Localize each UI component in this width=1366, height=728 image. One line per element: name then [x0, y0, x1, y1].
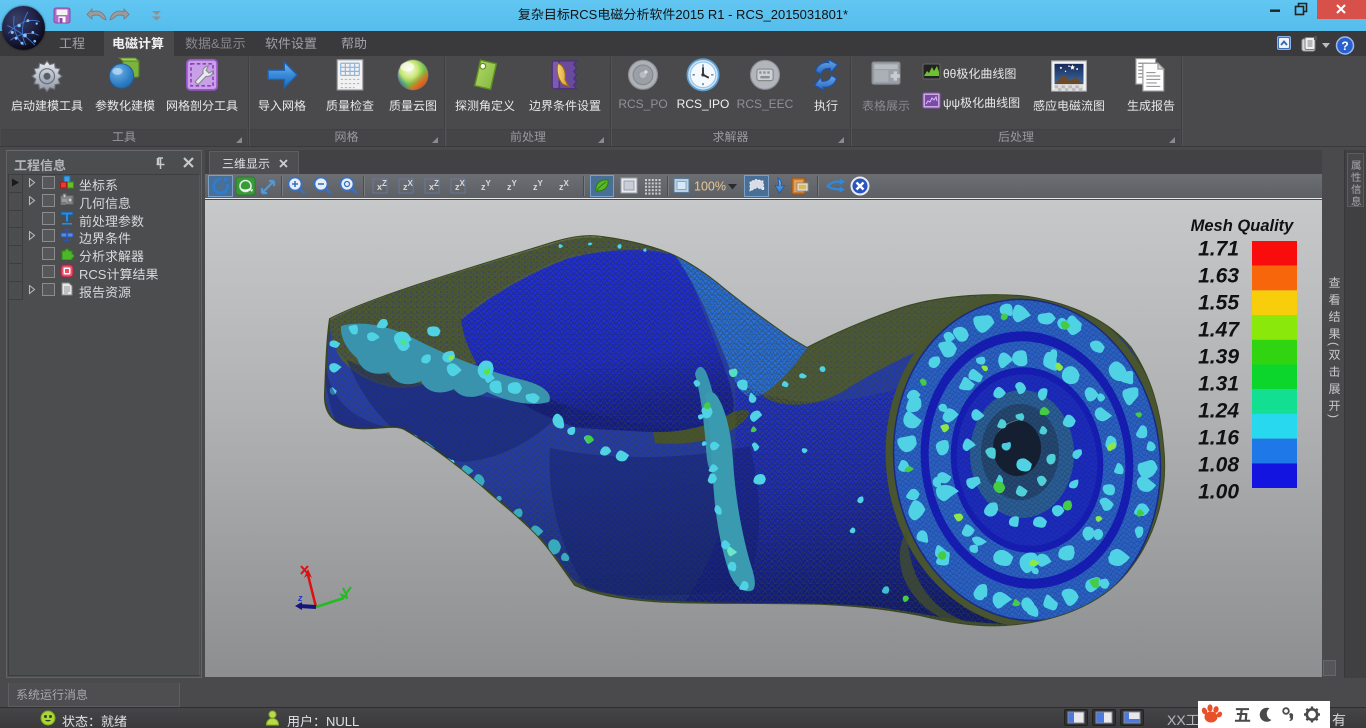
svg-text:1.24: 1.24: [1198, 400, 1239, 423]
svg-text:1.71: 1.71: [1198, 238, 1239, 261]
svg-text:zX: zX: [559, 179, 570, 192]
svg-text:1.00: 1.00: [1198, 481, 1239, 504]
svg-text:z: z: [297, 593, 303, 603]
svg-text:xZ: xZ: [429, 179, 439, 192]
svg-text:1.16: 1.16: [1198, 427, 1239, 450]
svg-text:五: 五: [1234, 706, 1251, 725]
svg-text:Mesh Quality: Mesh Quality: [1191, 217, 1295, 235]
svg-text:1.63: 1.63: [1198, 265, 1239, 288]
svg-text:xZ: xZ: [377, 179, 387, 192]
svg-text:1.08: 1.08: [1198, 454, 1239, 477]
svg-text:100%: 100%: [694, 180, 726, 194]
svg-text:zY: zY: [507, 179, 518, 192]
svg-text:1.47: 1.47: [1198, 319, 1240, 342]
svg-text:zY: zY: [481, 179, 492, 192]
svg-text:zX: zX: [455, 179, 466, 192]
svg-text:1.55: 1.55: [1198, 292, 1239, 315]
svg-text:zY: zY: [533, 179, 544, 192]
svg-text:1.31: 1.31: [1198, 373, 1239, 396]
svg-text:1.39: 1.39: [1198, 346, 1239, 369]
svg-text:zX: zX: [403, 179, 414, 192]
